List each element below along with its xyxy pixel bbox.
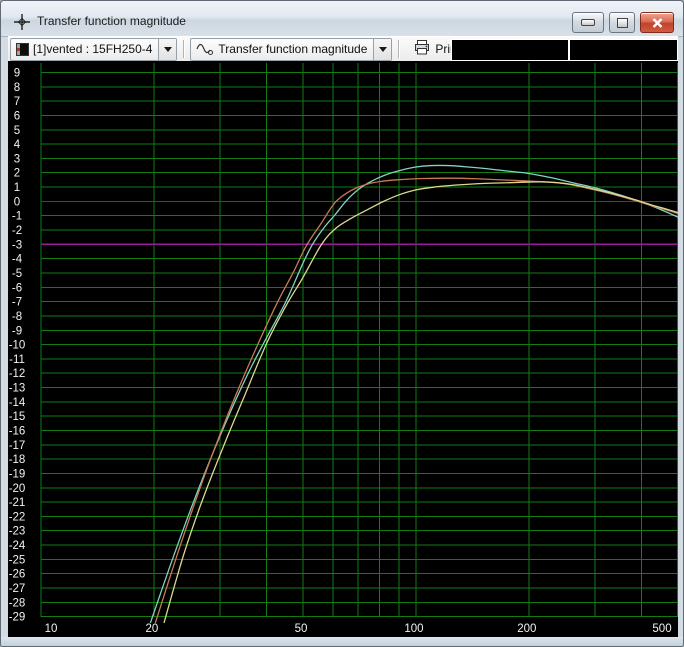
svg-text:-5: -5 bbox=[12, 268, 22, 280]
svg-text:500: 500 bbox=[652, 623, 671, 635]
svg-text:1: 1 bbox=[14, 182, 20, 194]
window-title: Transfer function magnitude bbox=[37, 14, 186, 28]
svg-text:7: 7 bbox=[14, 96, 20, 108]
transfer-function-window: Transfer function magnitude [1]vented : bbox=[0, 0, 684, 647]
svg-text:-25: -25 bbox=[9, 554, 26, 566]
svg-text:0: 0 bbox=[14, 196, 20, 208]
toolbar-separator bbox=[183, 40, 185, 58]
svg-text:4: 4 bbox=[14, 139, 21, 151]
y-axis-labels: 9 8 7 6 5 4 3 2 1 0 -1 -2 -3 -4 -5 -6 -7 -8 -9 -10 -11 -12 -13… bbox=[9, 68, 26, 624]
graph-type-selector[interactable]: Transfer function magnitude bbox=[190, 37, 393, 61]
printer-icon bbox=[414, 40, 430, 58]
svg-text:-17: -17 bbox=[9, 440, 26, 452]
project-selector-value: [1]vented : 15FH250-4 bbox=[33, 42, 153, 56]
plot-area[interactable]: 9 8 7 6 5 4 3 2 1 0 -1 -2 -3 -4 -5 -6 -7 -8 -9 -10 -11 -12 -13… bbox=[8, 61, 678, 639]
svg-text:-29: -29 bbox=[9, 612, 26, 624]
svg-text:-20: -20 bbox=[9, 483, 26, 495]
svg-text:-28: -28 bbox=[9, 597, 26, 609]
cursor-readout-right bbox=[570, 40, 677, 60]
svg-text:-6: -6 bbox=[12, 282, 22, 294]
svg-text:-13: -13 bbox=[9, 383, 26, 395]
svg-text:2: 2 bbox=[14, 168, 20, 180]
svg-text:-10: -10 bbox=[9, 340, 26, 352]
window-bottom-frame bbox=[1, 637, 683, 646]
svg-text:-23: -23 bbox=[9, 526, 26, 538]
svg-text:-21: -21 bbox=[9, 497, 26, 509]
svg-text:200: 200 bbox=[517, 623, 536, 635]
maximize-button[interactable] bbox=[609, 12, 635, 33]
crosshair-icon bbox=[14, 14, 30, 30]
chart-svg: 9876543210-1-2-3-4-5-6-7-8-9-10-11-12-13… bbox=[8, 61, 678, 639]
maximize-icon bbox=[616, 17, 628, 28]
svg-text:-24: -24 bbox=[9, 540, 26, 552]
svg-text:-26: -26 bbox=[9, 569, 26, 581]
toolbar: [1]vented : 15FH250-4 Transfer function … bbox=[8, 36, 678, 61]
svg-text:-19: -19 bbox=[9, 468, 26, 480]
svg-text:-9: -9 bbox=[12, 325, 22, 337]
svg-text:20: 20 bbox=[145, 623, 158, 635]
svg-text:-1: -1 bbox=[12, 211, 22, 223]
minimize-button[interactable] bbox=[572, 12, 604, 33]
svg-text:-18: -18 bbox=[9, 454, 26, 466]
chevron-down-icon bbox=[163, 47, 172, 56]
svg-text:-16: -16 bbox=[9, 426, 26, 438]
series-response-cyan bbox=[149, 164, 678, 624]
svg-text:50: 50 bbox=[295, 623, 308, 635]
response-curves bbox=[149, 164, 678, 624]
svg-text:-3: -3 bbox=[12, 239, 22, 251]
close-button[interactable] bbox=[640, 12, 674, 33]
svg-text:-12: -12 bbox=[9, 368, 26, 380]
svg-text:-11: -11 bbox=[9, 354, 25, 366]
readout-panels bbox=[451, 39, 678, 61]
svg-text:6: 6 bbox=[14, 110, 20, 122]
window-controls bbox=[572, 12, 674, 33]
project-selector-dropdown-button[interactable] bbox=[158, 38, 177, 60]
svg-text:100: 100 bbox=[404, 623, 423, 635]
svg-text:5: 5 bbox=[14, 125, 20, 137]
svg-text:9: 9 bbox=[14, 68, 20, 80]
graph-type-dropdown-button[interactable] bbox=[373, 38, 392, 60]
svg-text:-4: -4 bbox=[12, 254, 23, 266]
svg-text:10: 10 bbox=[45, 623, 58, 635]
graph-type-selector-value: Transfer function magnitude bbox=[218, 42, 368, 56]
chevron-down-icon bbox=[378, 47, 387, 56]
svg-text:-7: -7 bbox=[12, 297, 22, 309]
x-axis-labels: 10 20 50 100 200 500 bbox=[45, 623, 672, 635]
svg-text:-15: -15 bbox=[9, 411, 26, 423]
toolbar-separator bbox=[398, 40, 400, 58]
title-bar[interactable]: Transfer function magnitude bbox=[1, 1, 683, 37]
cursor-readout-left bbox=[452, 40, 568, 60]
close-icon bbox=[652, 17, 662, 28]
project-selector[interactable]: [1]vented : 15FH250-4 bbox=[10, 37, 178, 61]
grid-lines bbox=[40, 63, 678, 618]
sine-wave-icon bbox=[196, 42, 214, 56]
svg-text:-2: -2 bbox=[12, 225, 22, 237]
svg-text:-27: -27 bbox=[9, 583, 26, 595]
svg-text:-8: -8 bbox=[12, 311, 22, 323]
svg-text:-14: -14 bbox=[9, 397, 26, 409]
minimize-icon bbox=[581, 19, 595, 26]
svg-text:-22: -22 bbox=[9, 511, 26, 523]
svg-text:8: 8 bbox=[14, 82, 20, 94]
project-box-icon bbox=[16, 42, 29, 56]
svg-text:3: 3 bbox=[14, 153, 20, 165]
